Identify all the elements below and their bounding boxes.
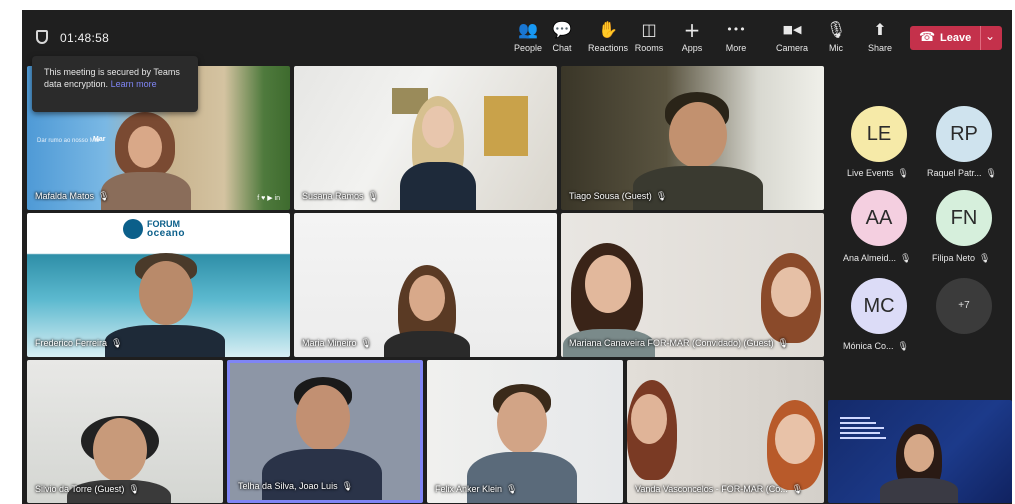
mic-off-icon: 🎙: [900, 254, 912, 264]
apps-button[interactable]: + Apps: [670, 20, 714, 53]
mic-off-icon: 🎙: [367, 192, 379, 202]
camera-icon: ■◀: [782, 23, 802, 36]
mic-off-icon: 🎙: [341, 482, 353, 492]
participant-name: Telha da Silva, Joao Luis 🎙: [238, 481, 353, 492]
overlay-text: Dar rumo ao nosso Mar: [37, 138, 101, 144]
self-view-tile[interactable]: [828, 400, 1012, 503]
participant-name: Filipa Neto 🎙: [932, 253, 991, 264]
mic-off-icon: 🎙: [897, 169, 909, 179]
chat-button[interactable]: 💬 Chat: [540, 20, 584, 53]
video-tile-active-speaker[interactable]: Telha da Silva, Joao Luis 🎙: [227, 360, 423, 503]
participant-name: Silvio da Torre (Guest) 🎙: [35, 484, 140, 495]
forum-oceano-logo-icon: [123, 219, 143, 239]
mic-off-icon: 🎙: [897, 342, 909, 352]
video-tile[interactable]: Felix Anker Klein 🎙: [427, 360, 623, 503]
social-icons: f ♥ ▶ in: [257, 195, 280, 202]
learn-more-link[interactable]: Learn more: [111, 79, 157, 89]
participant-name: Ana Almeid... 🎙: [843, 253, 912, 264]
apps-icon: +: [683, 18, 701, 42]
phone-hangup-icon: ☎: [919, 30, 936, 45]
overlay-brand: Mar: [93, 136, 106, 143]
leave-divider: [980, 26, 981, 50]
presentation-text-block: [840, 414, 888, 448]
participant-name: Raquel Patr... 🎙: [927, 168, 997, 179]
participant-name: Susana Ramos 🎙: [302, 191, 379, 202]
avatar[interactable]: MC: [851, 278, 907, 334]
video-tile[interactable]: Susana Ramos 🎙: [294, 66, 557, 210]
video-tile[interactable]: Mariana Canaveira FOR-MAR (Convidado) (G…: [561, 213, 824, 357]
participant-name: Mafalda Matos 🎙: [35, 191, 110, 202]
avatar[interactable]: FN: [936, 190, 992, 246]
participant-name: Frederico Ferreira 🎙: [35, 338, 123, 349]
meeting-timer: 01:48:58: [60, 31, 110, 45]
mic-off-icon: 🎙: [506, 485, 518, 495]
more-icon: •••: [726, 23, 746, 36]
participant-name: Mónica Co... 🎙: [843, 341, 909, 352]
mic-off-icon: 🎙: [791, 485, 804, 495]
mic-off-icon: 🎙: [128, 485, 140, 495]
mic-off-icon: 🎙: [979, 254, 991, 264]
more-button[interactable]: ••• More: [714, 20, 758, 53]
share-icon: ⬆: [873, 20, 887, 39]
avatar[interactable]: RP: [936, 106, 992, 162]
participant-name: Live Events 🎙: [847, 168, 909, 179]
mic-off-icon: 🎙: [825, 20, 847, 39]
mic-off-icon: 🎙: [985, 169, 997, 179]
avatar[interactable]: LE: [851, 106, 907, 162]
video-tile[interactable]: Vanda Vasconcelos - FOR-MAR (Co... 🎙: [627, 360, 824, 503]
logo-text: oceano: [147, 228, 186, 239]
rooms-icon: ◫: [641, 20, 657, 39]
video-tile[interactable]: FORUM oceano Frederico Ferreira 🎙: [27, 213, 290, 357]
shield-icon[interactable]: [36, 30, 48, 44]
chat-icon: 💬: [552, 20, 572, 39]
leave-button[interactable]: ☎ Leave ⌄: [910, 26, 1002, 50]
mic-off-icon: 🎙: [98, 192, 110, 202]
mic-off-icon: 🎙: [777, 339, 790, 349]
mic-button[interactable]: 🎙 Mic: [814, 20, 858, 53]
mic-off-icon: 🎙: [655, 192, 668, 202]
mic-off-icon: 🎙: [111, 339, 123, 349]
encryption-tooltip: This meeting is secured by Teams data en…: [32, 56, 198, 112]
mic-off-icon: 🎙: [360, 339, 372, 349]
participant-name: Tiago Sousa (Guest) 🎙: [569, 191, 668, 202]
participant-name: Felix Anker Klein 🎙: [435, 484, 518, 495]
camera-button[interactable]: ■◀ Camera: [770, 20, 814, 53]
share-button[interactable]: ⬆ Share: [858, 20, 902, 53]
wall-shelf: [484, 96, 528, 156]
participant-name: Mariana Canaveira FOR-MAR (Convidado) (G…: [569, 338, 790, 349]
avatar[interactable]: AA: [851, 190, 907, 246]
rooms-button[interactable]: ◫ Rooms: [627, 20, 671, 53]
video-tile[interactable]: Silvio da Torre (Guest) 🎙: [27, 360, 223, 503]
video-tile[interactable]: Maria Mineiro 🎙: [294, 213, 557, 357]
teams-meeting-window: 01:48:58 👥 People 💬 Chat ✋ Reactions ◫ R…: [22, 10, 1012, 504]
participant-name: Maria Mineiro 🎙: [302, 338, 372, 349]
participant-name: Vanda Vasconcelos - FOR-MAR (Co... 🎙: [635, 484, 804, 495]
more-participants-button[interactable]: +7: [936, 278, 992, 334]
chevron-down-icon[interactable]: ⌄: [985, 29, 995, 43]
video-tile[interactable]: Tiago Sousa (Guest) 🎙: [561, 66, 824, 210]
